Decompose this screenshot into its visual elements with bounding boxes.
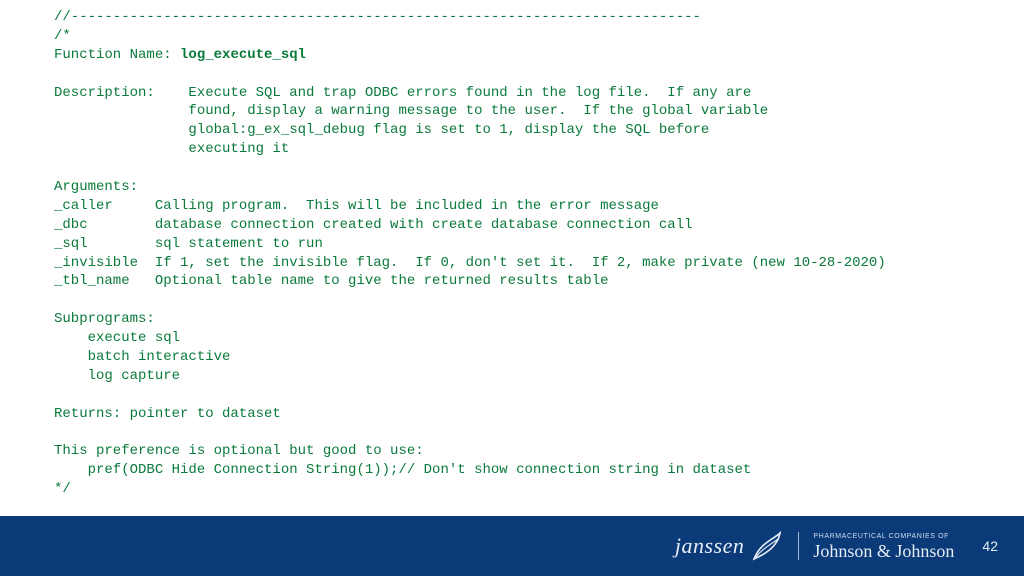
janssen-wordmark: janssen [675, 533, 745, 559]
code-desc-1: Description: Execute SQL and trap ODBC e… [54, 85, 751, 101]
code-close: */ [54, 481, 71, 497]
code-arg-4: _invisible If 1, set the invisible flag.… [54, 255, 886, 271]
page-number: 42 [982, 538, 998, 554]
jnj-wordmark: Johnson & Johnson [813, 542, 954, 560]
code-arg-2: _dbc database connection created with cr… [54, 217, 693, 233]
code-open: /* [54, 28, 71, 44]
code-arg-3: _sql sql statement to run [54, 236, 323, 252]
code-pref-2: pref(ODBC Hide Connection String(1));// … [54, 462, 751, 478]
code-sub-3: log capture [54, 368, 180, 384]
janssen-icon [750, 529, 784, 563]
code-args-hdr: Arguments: [54, 179, 138, 195]
code-arg-1: _caller Calling program. This will be in… [54, 198, 659, 214]
code-sub-hdr: Subprograms: [54, 311, 155, 327]
janssen-logo: janssen [675, 529, 785, 563]
code-returns: Returns: pointer to dataset [54, 406, 281, 422]
code-sub-1: execute sql [54, 330, 180, 346]
code-desc-3: global:g_ex_sql_debug flag is set to 1, … [54, 122, 709, 138]
code-block: //--------------------------------------… [54, 8, 970, 499]
brand-divider [798, 532, 799, 560]
code-sub-2: batch interactive [54, 349, 230, 365]
code-desc-2: found, display a warning message to the … [54, 103, 768, 119]
code-pref-1: This preference is optional but good to … [54, 443, 424, 459]
code-arg-5: _tbl_name Optional table name to give th… [54, 273, 609, 289]
jnj-tagline: pharmaceutical companies of [813, 533, 949, 540]
jnj-logo: pharmaceutical companies of Johnson & Jo… [813, 533, 954, 560]
code-fn-name: log_execute_sql [180, 47, 306, 63]
code-fn-label: Function Name: [54, 47, 180, 63]
code-desc-4: executing it [54, 141, 289, 157]
brand-group: janssen pharmaceutical companies of John… [675, 529, 955, 563]
footer-bar: janssen pharmaceutical companies of John… [0, 516, 1024, 576]
slide: //--------------------------------------… [0, 0, 1024, 576]
code-rule: //--------------------------------------… [54, 9, 701, 25]
